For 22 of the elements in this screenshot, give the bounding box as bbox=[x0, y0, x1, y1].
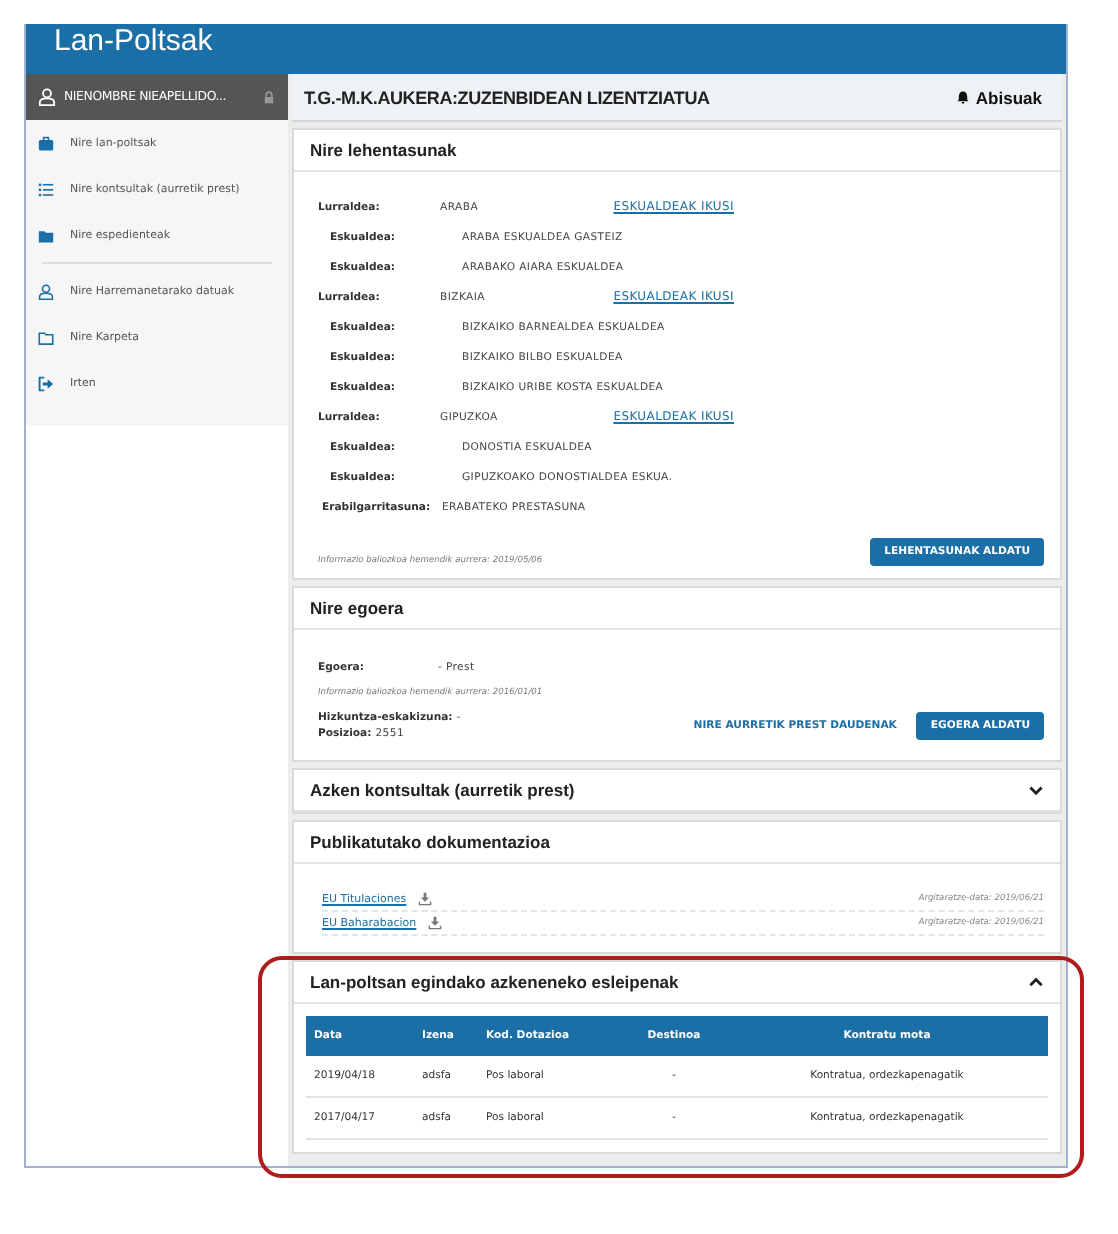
card-title: Publikatutako dokumentazioa bbox=[310, 832, 550, 852]
chevron-icon[interactable] bbox=[1028, 782, 1044, 798]
briefcase-icon bbox=[38, 135, 54, 151]
chevron-icon[interactable] bbox=[1028, 974, 1044, 990]
card-title: Nire lehentasunak bbox=[310, 140, 457, 160]
list-icon bbox=[38, 181, 54, 197]
recent-queries-card[interactable]: Azken kontsultak (aurretik prest) bbox=[292, 768, 1062, 814]
user-icon bbox=[38, 88, 56, 106]
folder-icon bbox=[38, 227, 54, 243]
card-title: Nire egoera bbox=[310, 598, 404, 618]
user-icon bbox=[38, 283, 54, 299]
folder-icon bbox=[38, 329, 54, 345]
card-title: Azken kontsultak (aurretik prest) bbox=[310, 780, 575, 800]
card-title: Lan-poltsan egindako azkeneneko esleipenak bbox=[310, 972, 679, 992]
app-title: Lan-Poltsak bbox=[54, 26, 213, 58]
page-title: T.G.-M.K.AUKERA:ZUZENBIDEAN LIZENTZIATUA bbox=[304, 87, 710, 107]
bell-icon bbox=[955, 90, 970, 104]
exit-icon bbox=[38, 375, 54, 391]
lock-icon bbox=[262, 90, 276, 104]
download-icon[interactable] bbox=[418, 892, 433, 906]
download-icon[interactable] bbox=[428, 916, 443, 930]
notifications-button[interactable]: Abisuak bbox=[947, 83, 1050, 111]
